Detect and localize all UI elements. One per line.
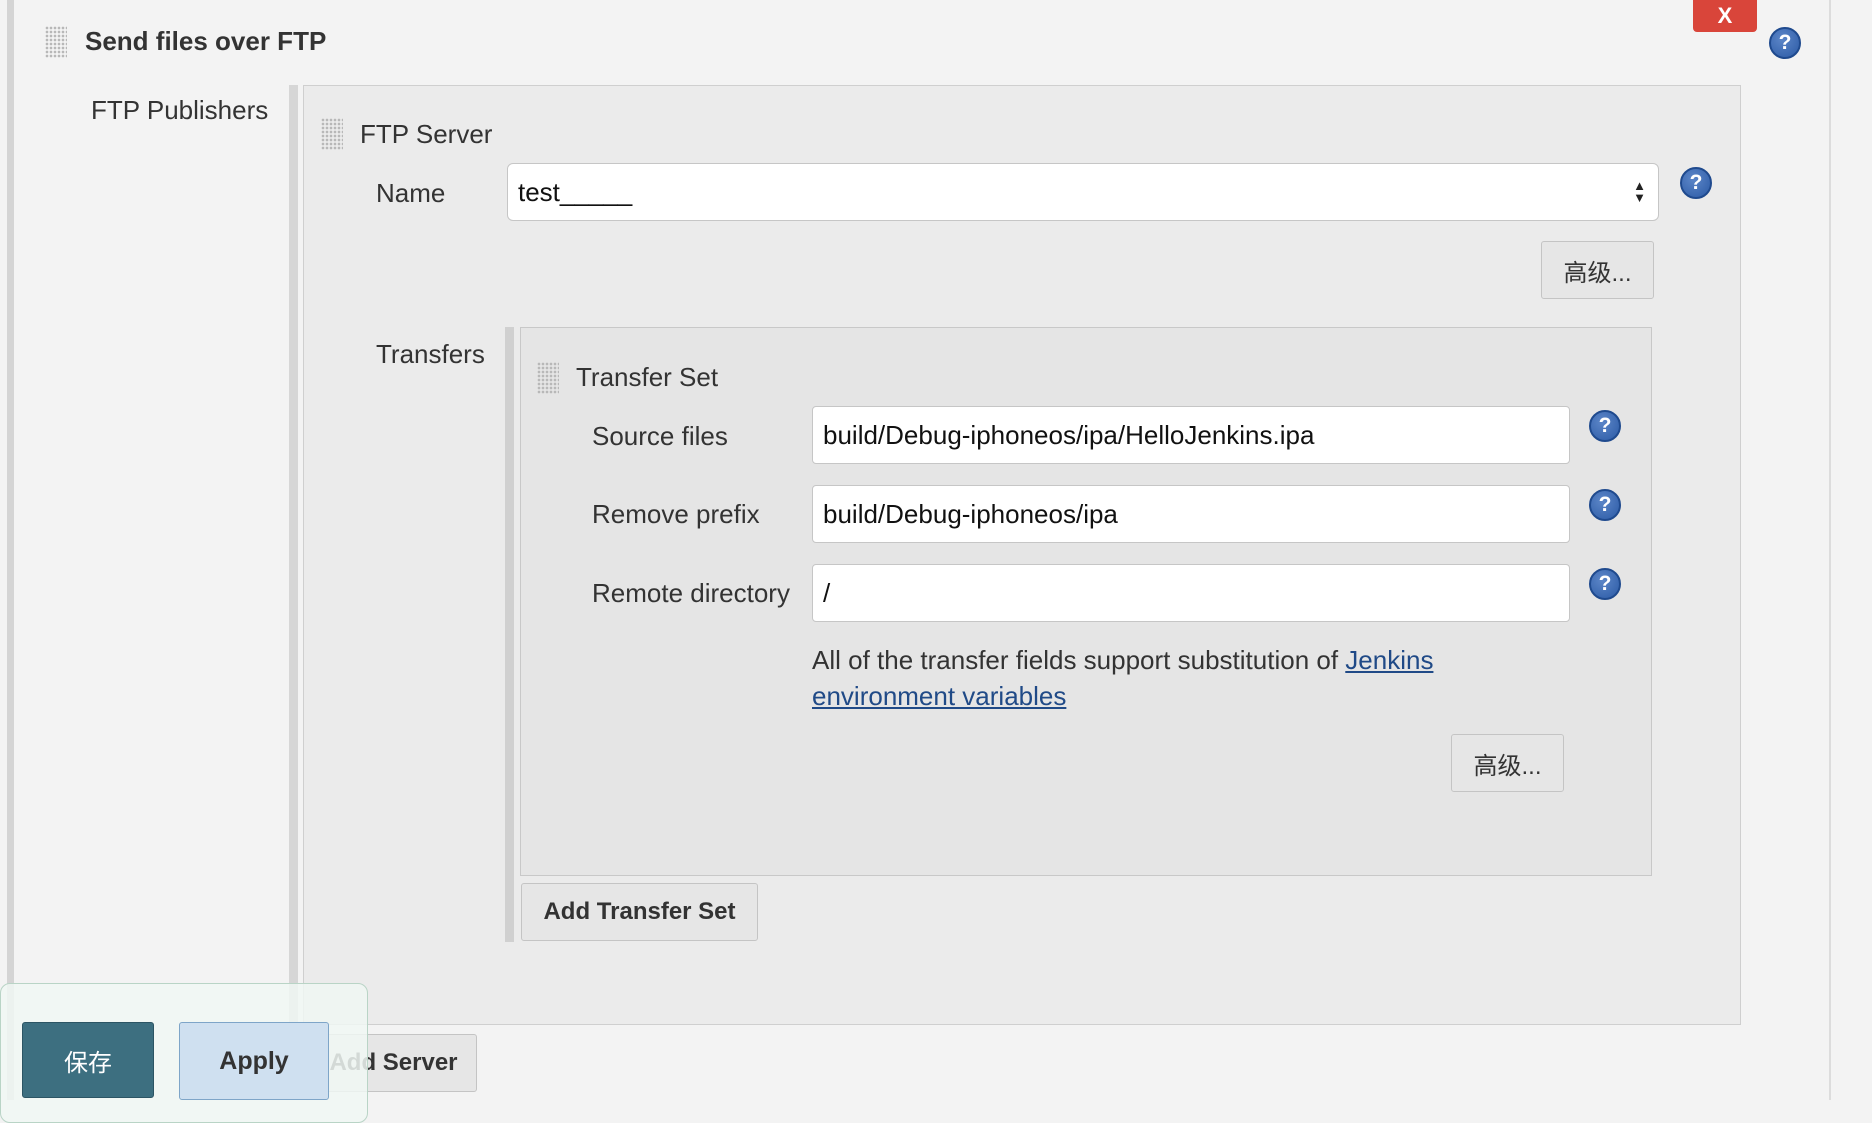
right-border bbox=[1829, 0, 1831, 1100]
delete-button[interactable]: X bbox=[1693, 0, 1757, 32]
left-border bbox=[7, 0, 14, 1100]
remote-directory-input[interactable]: / bbox=[812, 564, 1570, 622]
help-icon[interactable]: ? bbox=[1589, 410, 1621, 442]
remote-directory-label: Remote directory bbox=[592, 578, 790, 608]
add-transfer-set-button[interactable]: Add Transfer Set bbox=[521, 883, 758, 941]
substitution-note-text: All of the transfer fields support subst… bbox=[812, 645, 1346, 675]
substitution-note: All of the transfer fields support subst… bbox=[812, 642, 1462, 714]
ftp-server-title: FTP Server bbox=[360, 119, 493, 149]
remove-prefix-input[interactable]: build/Debug-iphoneos/ipa bbox=[812, 485, 1570, 543]
transfer-set-title: Transfer Set bbox=[576, 362, 719, 392]
help-icon[interactable]: ? bbox=[1769, 27, 1801, 59]
transfers-label: Transfers bbox=[376, 339, 485, 369]
select-arrows-icon: ▲ ▼ bbox=[1633, 178, 1646, 205]
help-icon[interactable]: ? bbox=[1589, 489, 1621, 521]
help-icon[interactable]: ? bbox=[1680, 167, 1712, 199]
section-title: Send files over FTP bbox=[85, 26, 327, 56]
remove-prefix-label: Remove prefix bbox=[592, 499, 760, 529]
transfers-rail bbox=[505, 327, 514, 942]
ftp-publishers-label: FTP Publishers bbox=[91, 95, 269, 125]
name-label: Name bbox=[376, 178, 446, 208]
apply-button[interactable]: Apply bbox=[179, 1022, 329, 1100]
drag-handle-icon[interactable] bbox=[45, 26, 67, 58]
help-icon[interactable]: ? bbox=[1589, 568, 1621, 600]
drag-handle-icon[interactable] bbox=[321, 118, 343, 150]
name-select[interactable]: test_____ ▲ ▼ bbox=[507, 163, 1659, 221]
server-advanced-button[interactable]: 高级... bbox=[1541, 241, 1654, 299]
publishers-rail bbox=[289, 85, 298, 1100]
name-select-value: test_____ bbox=[518, 176, 633, 207]
transfer-advanced-button[interactable]: 高级... bbox=[1451, 734, 1564, 792]
source-files-label: Source files bbox=[592, 421, 728, 451]
drag-handle-icon[interactable] bbox=[537, 362, 559, 394]
source-files-input[interactable]: build/Debug-iphoneos/ipa/HelloJenkins.ip… bbox=[812, 406, 1570, 464]
save-button[interactable]: 保存 bbox=[22, 1022, 154, 1098]
